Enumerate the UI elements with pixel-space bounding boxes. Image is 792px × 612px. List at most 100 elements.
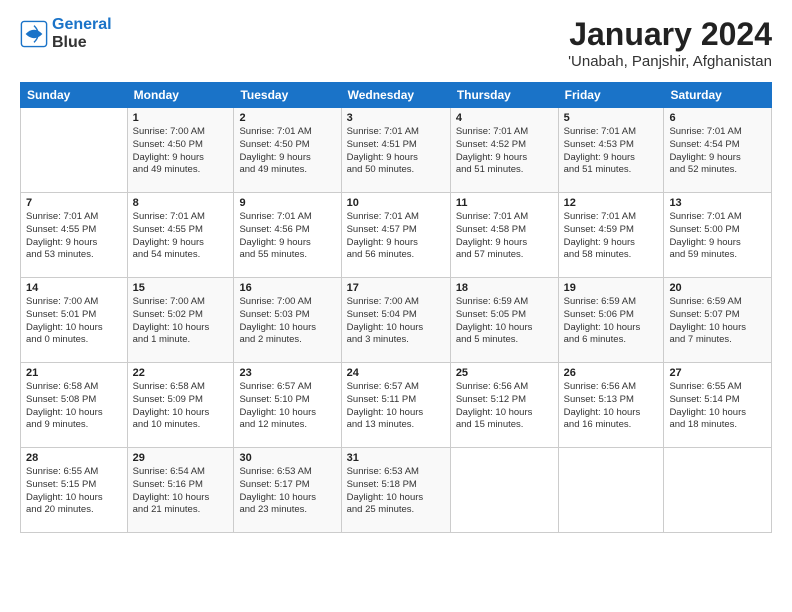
day-info: Sunrise: 7:01 AMSunset: 4:51 PMDaylight:…	[347, 126, 445, 177]
day-info: Sunrise: 7:01 AMSunset: 4:53 PMDaylight:…	[564, 126, 659, 177]
day-cell: 26Sunrise: 6:56 AMSunset: 5:13 PMDayligh…	[558, 363, 664, 448]
day-number: 3	[347, 112, 445, 124]
day-cell	[558, 448, 664, 533]
page: General Blue January 2024 'Unabah, Panjs…	[0, 0, 792, 543]
day-cell: 2 Sunrise: 7:01 AMSunset: 4:50 PMDaylight…	[234, 108, 341, 193]
day-number: 24	[347, 367, 445, 379]
day-info: Sunrise: 6:53 AMSunset: 5:17 PMDaylight:…	[239, 466, 335, 517]
day-info: Sunrise: 6:55 AMSunset: 5:14 PMDaylight:…	[669, 381, 766, 432]
day-info: Sunrise: 6:56 AMSunset: 5:13 PMDaylight:…	[564, 381, 659, 432]
day-cell: 3 Sunrise: 7:01 AMSunset: 4:51 PMDaylight…	[341, 108, 450, 193]
day-number: 28	[26, 452, 122, 464]
day-cell: 22 Sunrise: 6:58 AMSunset: 5:09 PMDayligh…	[127, 363, 234, 448]
day-info: Sunrise: 6:56 AMSunset: 5:12 PMDaylight:…	[456, 381, 553, 432]
day-number: 11	[456, 197, 553, 209]
day-cell: 31 Sunrise: 6:53 AMSunset: 5:18 PMDayligh…	[341, 448, 450, 533]
month-title: January 2024	[568, 16, 772, 53]
day-cell: 5Sunrise: 7:01 AMSunset: 4:53 PMDaylight…	[558, 108, 664, 193]
day-cell: 21 Sunrise: 6:58 AMSunset: 5:08 PMDayligh…	[21, 363, 128, 448]
day-info: Sunrise: 7:01 AMSunset: 4:54 PMDaylight:…	[669, 126, 766, 177]
day-info: Sunrise: 6:59 AMSunset: 5:07 PMDaylight:…	[669, 296, 766, 347]
day-cell	[21, 108, 128, 193]
title-block: January 2024 'Unabah, Panjshir, Afghanis…	[568, 16, 772, 70]
col-monday: Monday	[127, 83, 234, 108]
day-info: Sunrise: 7:00 AMSunset: 5:04 PMDaylight:…	[347, 296, 445, 347]
week-row-3: 21 Sunrise: 6:58 AMSunset: 5:08 PMDayligh…	[21, 363, 772, 448]
day-info: Sunrise: 7:00 AMSunset: 5:02 PMDaylight:…	[133, 296, 229, 347]
location: 'Unabah, Panjshir, Afghanistan	[568, 53, 772, 70]
day-number: 2	[239, 112, 335, 124]
day-info: Sunrise: 7:01 AMSunset: 4:50 PMDaylight:…	[239, 126, 335, 177]
logo-text: General Blue	[52, 16, 112, 51]
day-cell: 19 Sunrise: 6:59 AMSunset: 5:06 PMDayligh…	[558, 278, 664, 363]
day-info: Sunrise: 6:53 AMSunset: 5:18 PMDaylight:…	[347, 466, 445, 517]
day-cell: 14Sunrise: 7:00 AMSunset: 5:01 PMDayligh…	[21, 278, 128, 363]
day-number: 23	[239, 367, 335, 379]
day-info: Sunrise: 7:01 AMSunset: 4:58 PMDaylight:…	[456, 211, 553, 262]
logo-line2: Blue	[52, 34, 112, 52]
day-number: 16	[239, 282, 335, 294]
day-cell	[664, 448, 772, 533]
day-cell: 17 Sunrise: 7:00 AMSunset: 5:04 PMDayligh…	[341, 278, 450, 363]
day-number: 21	[26, 367, 122, 379]
col-friday: Friday	[558, 83, 664, 108]
day-number: 15	[133, 282, 229, 294]
day-info: Sunrise: 7:01 AMSunset: 4:55 PMDaylight:…	[133, 211, 229, 262]
day-cell: 29Sunrise: 6:54 AMSunset: 5:16 PMDayligh…	[127, 448, 234, 533]
day-cell: 6 Sunrise: 7:01 AMSunset: 4:54 PMDaylight…	[664, 108, 772, 193]
week-row-1: 7 Sunrise: 7:01 AMSunset: 4:55 PMDaylight…	[21, 193, 772, 278]
day-number: 31	[347, 452, 445, 464]
day-cell: 9 Sunrise: 7:01 AMSunset: 4:56 PMDaylight…	[234, 193, 341, 278]
day-info: Sunrise: 6:58 AMSunset: 5:08 PMDaylight:…	[26, 381, 122, 432]
col-wednesday: Wednesday	[341, 83, 450, 108]
day-info: Sunrise: 7:01 AMSunset: 4:52 PMDaylight:…	[456, 126, 553, 177]
day-cell: 20Sunrise: 6:59 AMSunset: 5:07 PMDayligh…	[664, 278, 772, 363]
day-number: 13	[669, 197, 766, 209]
day-cell: 27 Sunrise: 6:55 AMSunset: 5:14 PMDayligh…	[664, 363, 772, 448]
day-info: Sunrise: 6:59 AMSunset: 5:05 PMDaylight:…	[456, 296, 553, 347]
day-number: 6	[669, 112, 766, 124]
col-thursday: Thursday	[450, 83, 558, 108]
day-info: Sunrise: 7:00 AMSunset: 5:01 PMDaylight:…	[26, 296, 122, 347]
day-cell: 25 Sunrise: 6:56 AMSunset: 5:12 PMDayligh…	[450, 363, 558, 448]
day-cell: 13 Sunrise: 7:01 AMSunset: 5:00 PMDayligh…	[664, 193, 772, 278]
day-number: 30	[239, 452, 335, 464]
day-number: 19	[564, 282, 659, 294]
day-number: 8	[133, 197, 229, 209]
day-cell: 24 Sunrise: 6:57 AMSunset: 5:11 PMDayligh…	[341, 363, 450, 448]
day-info: Sunrise: 7:01 AMSunset: 4:59 PMDaylight:…	[564, 211, 659, 262]
day-number: 10	[347, 197, 445, 209]
day-cell: 30 Sunrise: 6:53 AMSunset: 5:17 PMDayligh…	[234, 448, 341, 533]
day-cell: 1Sunrise: 7:00 AMSunset: 4:50 PMDaylight…	[127, 108, 234, 193]
week-row-2: 14Sunrise: 7:00 AMSunset: 5:01 PMDayligh…	[21, 278, 772, 363]
day-info: Sunrise: 6:58 AMSunset: 5:09 PMDaylight:…	[133, 381, 229, 432]
day-info: Sunrise: 6:57 AMSunset: 5:10 PMDaylight:…	[239, 381, 335, 432]
day-number: 29	[133, 452, 229, 464]
day-number: 27	[669, 367, 766, 379]
day-number: 12	[564, 197, 659, 209]
day-number: 25	[456, 367, 553, 379]
day-cell: 28Sunrise: 6:55 AMSunset: 5:15 PMDayligh…	[21, 448, 128, 533]
col-tuesday: Tuesday	[234, 83, 341, 108]
logo-line1: General	[52, 16, 112, 33]
week-row-0: 1Sunrise: 7:00 AMSunset: 4:50 PMDaylight…	[21, 108, 772, 193]
day-cell: 16 Sunrise: 7:00 AMSunset: 5:03 PMDayligh…	[234, 278, 341, 363]
day-info: Sunrise: 7:00 AMSunset: 4:50 PMDaylight:…	[133, 126, 229, 177]
day-cell: 15 Sunrise: 7:00 AMSunset: 5:02 PMDayligh…	[127, 278, 234, 363]
day-number: 17	[347, 282, 445, 294]
day-info: Sunrise: 6:57 AMSunset: 5:11 PMDaylight:…	[347, 381, 445, 432]
day-info: Sunrise: 7:01 AMSunset: 5:00 PMDaylight:…	[669, 211, 766, 262]
logo: General Blue	[20, 16, 112, 51]
day-number: 9	[239, 197, 335, 209]
col-sunday: Sunday	[21, 83, 128, 108]
day-info: Sunrise: 7:00 AMSunset: 5:03 PMDaylight:…	[239, 296, 335, 347]
day-info: Sunrise: 7:01 AMSunset: 4:56 PMDaylight:…	[239, 211, 335, 262]
day-cell	[450, 448, 558, 533]
day-number: 22	[133, 367, 229, 379]
day-info: Sunrise: 6:59 AMSunset: 5:06 PMDaylight:…	[564, 296, 659, 347]
day-cell: 8 Sunrise: 7:01 AMSunset: 4:55 PMDaylight…	[127, 193, 234, 278]
day-number: 7	[26, 197, 122, 209]
week-row-4: 28Sunrise: 6:55 AMSunset: 5:15 PMDayligh…	[21, 448, 772, 533]
day-cell: 11 Sunrise: 7:01 AMSunset: 4:58 PMDayligh…	[450, 193, 558, 278]
header: General Blue January 2024 'Unabah, Panjs…	[20, 16, 772, 70]
